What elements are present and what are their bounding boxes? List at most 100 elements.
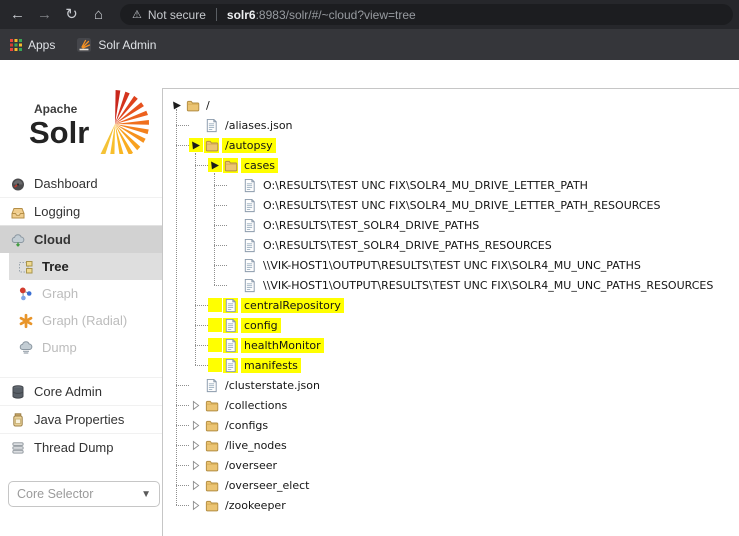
- tree-node-label: /zookeeper: [225, 498, 286, 512]
- expanded-arrow-icon[interactable]: [189, 138, 203, 152]
- chevron-down-icon: ▼: [141, 488, 151, 500]
- sidebar-item-graph[interactable]: Graph: [9, 280, 162, 307]
- solr-sunburst-logo: Apache Solr: [29, 90, 149, 158]
- file-icon: [223, 337, 238, 353]
- folder-icon: [204, 458, 219, 473]
- sidebar-item-core-admin[interactable]: Core Admin: [0, 378, 162, 405]
- tree-node-aliases[interactable]: /aliases.json: [163, 115, 739, 135]
- sidebar-item-java-properties[interactable]: Java Properties: [0, 405, 162, 433]
- sidebar-item-graph-radial[interactable]: Graph (Radial): [9, 307, 162, 334]
- solr-favicon: [76, 37, 92, 53]
- tree-node-label: centralRepository: [241, 297, 344, 313]
- radial-graph-icon: [18, 313, 34, 329]
- folder-icon: [185, 98, 200, 113]
- folder-icon: [204, 478, 219, 493]
- tree-node-label: config: [241, 317, 281, 333]
- file-icon: [242, 198, 257, 213]
- tree-node-clusterstate[interactable]: /clusterstate.json: [163, 375, 739, 395]
- core-selector-dropdown[interactable]: Core Selector ▼: [8, 481, 160, 507]
- sidebar-item-dashboard[interactable]: Dashboard: [0, 170, 162, 197]
- dashboard-gauge-icon: [10, 176, 26, 192]
- sidebar-item-dump[interactable]: Dump: [9, 334, 162, 361]
- tree-node-label: /configs: [225, 418, 269, 432]
- tree-node-live-nodes[interactable]: /live_nodes: [163, 435, 739, 455]
- tree-node-overseer-elect[interactable]: /overseer_elect: [163, 475, 739, 495]
- collapsed-arrow-icon[interactable]: [189, 418, 203, 432]
- address-bar[interactable]: ⚠ Not secure solr6 :8983/solr/#/~cloud?v…: [120, 4, 733, 25]
- tree-node-overseer[interactable]: /overseer: [163, 455, 739, 475]
- collapsed-arrow-icon[interactable]: [189, 478, 203, 492]
- reload-icon[interactable]: ↻: [58, 0, 85, 29]
- file-icon: [223, 297, 238, 313]
- collapsed-arrow-icon[interactable]: [189, 398, 203, 412]
- tree-node-case-path[interactable]: O:\RESULTS\TEST UNC FIX\SOLR4_MU_DRIVE_L…: [163, 175, 739, 195]
- tree-node-case-path[interactable]: O:\RESULTS\TEST_SOLR4_DRIVE_PATHS_RESOUR…: [163, 235, 739, 255]
- sidebar-item-label: Logging: [34, 204, 81, 219]
- tree-node-label: /overseer_elect: [225, 478, 310, 492]
- browser-toolbar: ← → ↻ ⌂ ⚠ Not secure solr6 :8983/solr/#/…: [0, 0, 739, 29]
- zookeeper-tree: / /aliases.json /autopsy cases O:\RESULT…: [163, 89, 739, 536]
- tree-node-health-monitor[interactable]: healthMonitor: [163, 335, 739, 355]
- file-icon: [223, 317, 238, 333]
- collapsed-arrow-icon[interactable]: [189, 458, 203, 472]
- tree-node-zookeeper[interactable]: /zookeeper: [163, 495, 739, 515]
- sidebar-item-thread-dump[interactable]: Thread Dump: [0, 433, 162, 461]
- sidebar-item-logging[interactable]: Logging: [0, 197, 162, 225]
- tree-node-label: /aliases.json: [225, 118, 293, 132]
- tree-node-collections[interactable]: /collections: [163, 395, 739, 415]
- collapsed-arrow-icon[interactable]: [189, 438, 203, 452]
- tree-node-root[interactable]: /: [163, 95, 739, 115]
- warning-triangle-icon[interactable]: ⚠: [132, 8, 142, 21]
- graph-molecule-icon: [18, 286, 34, 302]
- bookmark-solr-admin[interactable]: Solr Admin: [76, 37, 170, 53]
- sidebar-menu-lower: Core Admin Java Properties Thread Dump: [0, 377, 162, 461]
- expanded-arrow-icon[interactable]: [208, 158, 222, 172]
- tree-node-label: O:\RESULTS\TEST UNC FIX\SOLR4_MU_DRIVE_L…: [263, 198, 661, 212]
- file-icon: [242, 278, 257, 293]
- tree-node-config[interactable]: config: [163, 315, 739, 335]
- back-icon[interactable]: ←: [4, 0, 31, 29]
- tree-node-autopsy[interactable]: /autopsy: [163, 135, 739, 155]
- file-icon: [204, 378, 219, 393]
- tree-node-label: \\VIK-HOST1\OUTPUT\RESULTS\TEST UNC FIX\…: [263, 278, 714, 292]
- tree-node-case-path[interactable]: O:\RESULTS\TEST_SOLR4_DRIVE_PATHS: [163, 215, 739, 235]
- tree-node-label: O:\RESULTS\TEST_SOLR4_DRIVE_PATHS: [263, 218, 480, 232]
- bookmark-solr-admin-label: Solr Admin: [98, 37, 157, 52]
- sidebar-item-tree[interactable]: Tree: [9, 253, 162, 280]
- tree-node-case-path[interactable]: \\VIK-HOST1\OUTPUT\RESULTS\TEST UNC FIX\…: [163, 255, 739, 275]
- cloud-tree-panel: / /aliases.json /autopsy cases O:\RESULT…: [162, 88, 739, 536]
- folder-icon: [204, 498, 219, 513]
- forward-icon[interactable]: →: [31, 0, 58, 29]
- tree-node-case-path[interactable]: O:\RESULTS\TEST UNC FIX\SOLR4_MU_DRIVE_L…: [163, 195, 739, 215]
- collapsed-arrow-icon[interactable]: [189, 498, 203, 512]
- tree-node-label: /overseer: [225, 458, 278, 472]
- java-properties-icon: [10, 412, 26, 428]
- solr-logo[interactable]: Apache Solr: [16, 90, 150, 158]
- sidebar-item-label: Java Properties: [34, 412, 125, 427]
- url-path: :8983/solr/#/~cloud?view=tree: [255, 7, 416, 22]
- tree-node-manifests[interactable]: manifests: [163, 355, 739, 375]
- bookmark-apps[interactable]: Apps: [10, 38, 69, 52]
- tree-node-label: /live_nodes: [225, 438, 287, 452]
- tree-node-cases[interactable]: cases: [163, 155, 739, 175]
- tree-node-case-path[interactable]: \\VIK-HOST1\OUTPUT\RESULTS\TEST UNC FIX\…: [163, 275, 739, 295]
- tree-node-label: /: [206, 98, 210, 112]
- not-secure-label[interactable]: Not secure: [148, 8, 206, 22]
- expanded-arrow-icon[interactable]: [170, 98, 184, 112]
- sidebar-item-label: Dashboard: [34, 176, 98, 191]
- sidebar-item-label: Thread Dump: [34, 440, 114, 455]
- logging-inbox-icon: [10, 204, 26, 220]
- sidebar-menu: Dashboard Logging Cloud: [0, 170, 162, 253]
- tree-node-configs[interactable]: /configs: [163, 415, 739, 435]
- url-divider: [215, 8, 217, 21]
- folder-icon: [204, 418, 219, 433]
- sidebar-item-cloud[interactable]: Cloud: [0, 225, 162, 253]
- url-host: solr6: [226, 7, 256, 22]
- sidebar: Apache Solr Dashboard Logging Cloud Tree: [0, 60, 162, 536]
- folder-icon: [204, 398, 219, 413]
- home-icon[interactable]: ⌂: [85, 0, 112, 29]
- tree-node-central-repository[interactable]: centralRepository: [163, 295, 739, 315]
- file-icon: [204, 118, 219, 133]
- thread-dump-icon: [10, 440, 26, 456]
- svg-text:Apache: Apache: [34, 102, 78, 116]
